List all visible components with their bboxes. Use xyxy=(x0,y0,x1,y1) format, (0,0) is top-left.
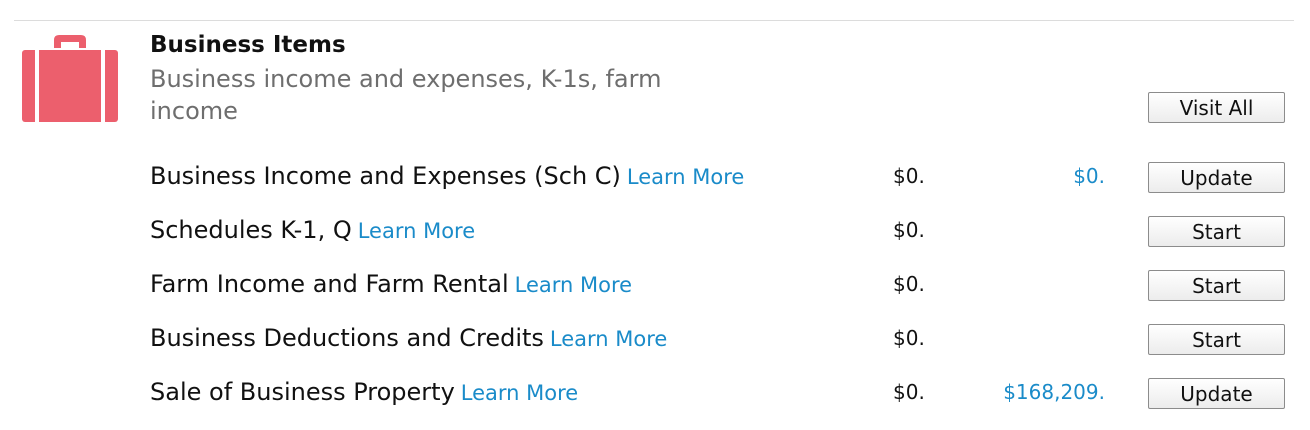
category-title: Business Items xyxy=(150,32,346,58)
prior-year-amount: $0. xyxy=(893,326,925,350)
section-divider xyxy=(14,20,1294,21)
update-button[interactable]: Update xyxy=(1148,162,1285,193)
start-button[interactable]: Start xyxy=(1148,216,1285,247)
learn-more-link[interactable]: Learn More xyxy=(550,327,667,351)
list-item: Business Income and Expenses (Sch C) Lear… xyxy=(0,161,1310,211)
list-item: Farm Income and Farm Rental Learn More $0… xyxy=(0,269,1310,319)
update-button[interactable]: Update xyxy=(1148,378,1285,409)
learn-more-link[interactable]: Learn More xyxy=(515,273,632,297)
briefcase-icon xyxy=(22,35,118,122)
row-label: Business Income and Expenses (Sch C) xyxy=(150,162,621,190)
start-button[interactable]: Start xyxy=(1148,270,1285,301)
learn-more-link[interactable]: Learn More xyxy=(627,165,744,189)
current-year-amount[interactable]: $0. xyxy=(1073,164,1105,188)
prior-year-amount: $0. xyxy=(893,218,925,242)
prior-year-amount: $0. xyxy=(893,272,925,296)
row-label: Sale of Business Property xyxy=(150,378,455,406)
learn-more-link[interactable]: Learn More xyxy=(461,381,578,405)
visit-all-button[interactable]: Visit All xyxy=(1148,92,1285,123)
start-button[interactable]: Start xyxy=(1148,324,1285,355)
prior-year-amount: $0. xyxy=(893,380,925,404)
category-subtitle: Business income and expenses, K-1s, farm… xyxy=(150,65,662,125)
row-label: Business Deductions and Credits xyxy=(150,324,544,352)
list-item: Business Deductions and Credits Learn Mor… xyxy=(0,323,1310,373)
row-label: Schedules K-1, Q xyxy=(150,216,352,244)
current-year-amount[interactable]: $168,209. xyxy=(1003,380,1105,404)
list-item: Sale of Business Property Learn More $0. … xyxy=(0,377,1310,427)
list-item: Schedules K-1, Q Learn More $0. Start xyxy=(0,215,1310,265)
learn-more-link[interactable]: Learn More xyxy=(358,219,475,243)
prior-year-amount: $0. xyxy=(893,164,925,188)
row-label: Farm Income and Farm Rental xyxy=(150,270,509,298)
